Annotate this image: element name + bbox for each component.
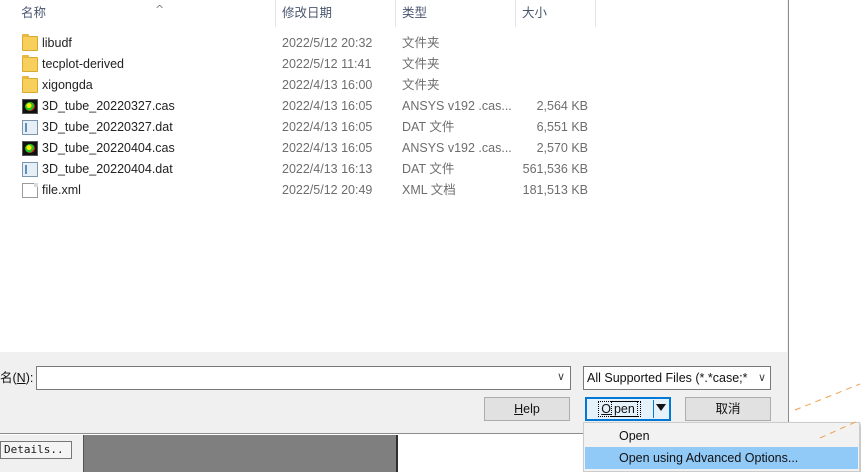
file-name: 3D_tube_20220404.dat	[42, 162, 173, 176]
file-date: 2022/4/13 16:05	[282, 141, 373, 155]
file-name: 3D_tube_20220327.dat	[42, 120, 173, 134]
dropdown-arrow-icon[interactable]	[656, 404, 666, 411]
file-type: ANSYS v192 .cas...	[402, 99, 512, 113]
folder-icon	[22, 76, 38, 93]
file-name: xigongda	[42, 78, 93, 92]
xml-file-icon	[22, 183, 38, 198]
file-date: 2022/4/13 16:05	[282, 120, 373, 134]
folder-icon	[22, 34, 38, 51]
file-type: XML 文档	[402, 183, 456, 197]
file-name: 3D_tube_20220327.cas	[42, 99, 175, 113]
chevron-down-icon[interactable]: ∨	[557, 370, 565, 383]
column-header-size[interactable]: 大小	[516, 0, 596, 27]
background-gray-panel	[83, 435, 397, 472]
file-type: 文件夹	[402, 57, 440, 71]
file-type: 文件夹	[402, 78, 440, 92]
open-label: Open	[586, 398, 653, 420]
file-row-3d-tube-20220327-dat[interactable]: 3D_tube_20220327.dat 2022/4/13 16:05 DAT…	[0, 117, 600, 138]
column-header-date[interactable]: 修改日期	[276, 0, 396, 27]
file-size: 181,513 KB	[522, 183, 588, 197]
filetype-selected: All Supported Files (*.*case;*	[587, 371, 748, 385]
split-divider	[653, 400, 654, 418]
cancel-button[interactable]: 取消	[685, 397, 771, 421]
help-button[interactable]: Help	[484, 397, 570, 421]
file-date: 2022/4/13 16:00	[282, 78, 373, 92]
file-size: 6,551 KB	[536, 120, 588, 134]
background-divider	[396, 435, 398, 472]
column-size-label: 大小	[522, 6, 548, 20]
file-row-3d-tube-20220327-cas[interactable]: 3D_tube_20220327.cas 2022/4/13 16:05 ANS…	[0, 96, 600, 117]
column-date-label: 修改日期	[282, 6, 333, 20]
file-type: ANSYS v192 .cas...	[402, 141, 512, 155]
filename-label: 名(N):	[0, 371, 34, 385]
file-size: 561,536 KB	[522, 162, 588, 176]
file-name: tecplot-derived	[42, 57, 124, 71]
file-date: 2022/5/12 11:41	[282, 57, 372, 71]
dat-file-icon	[22, 120, 38, 135]
file-date: 2022/5/12 20:49	[282, 183, 373, 197]
file-name: file.xml	[42, 183, 81, 197]
column-header-type[interactable]: 类型	[396, 0, 516, 27]
cas-file-icon	[22, 99, 38, 114]
chevron-down-icon: ∨	[755, 367, 766, 389]
column-header-name[interactable]: 名称 ^	[15, 0, 276, 27]
filetype-select[interactable]: All Supported Files (*.*case;* ∨	[583, 366, 771, 390]
dat-file-icon	[22, 162, 38, 177]
file-type: 文件夹	[402, 36, 440, 50]
file-open-dialog: 名称 ^ 修改日期 类型 大小 libudf 2022/5/12 20:32 文…	[0, 0, 789, 434]
column-type-label: 类型	[402, 6, 428, 20]
file-row-3d-tube-20220404-dat[interactable]: 3D_tube_20220404.dat 2022/4/13 16:13 DAT…	[0, 159, 600, 180]
file-row-3d-tube-20220404-cas[interactable]: 3D_tube_20220404.cas 2022/4/13 16:05 ANS…	[0, 138, 600, 159]
sort-ascending-icon: ^	[155, 3, 165, 16]
details-button[interactable]: Details..	[0, 441, 72, 459]
file-list[interactable]: 名称 ^ 修改日期 类型 大小 libudf 2022/5/12 20:32 文…	[0, 0, 787, 352]
folder-icon	[22, 55, 38, 72]
file-name: libudf	[42, 36, 72, 50]
file-size: 2,570 KB	[536, 141, 588, 155]
filename-input[interactable]: ∨	[36, 366, 571, 390]
file-name: 3D_tube_20220404.cas	[42, 141, 175, 155]
file-row-tecplot-derived[interactable]: tecplot-derived 2022/5/12 11:41 文件夹	[0, 54, 600, 75]
column-name-label: 名称	[21, 6, 47, 20]
file-date: 2022/4/13 16:13	[282, 162, 373, 176]
file-row-libudf[interactable]: libudf 2022/5/12 20:32 文件夹	[0, 33, 600, 54]
menu-item-open-advanced[interactable]: Open using Advanced Options...	[585, 447, 858, 469]
dashed-guide-lines	[794, 383, 861, 439]
file-date: 2022/4/13 16:05	[282, 99, 373, 113]
cas-file-icon	[22, 141, 38, 156]
file-type: DAT 文件	[402, 162, 455, 176]
file-size: 2,564 KB	[536, 99, 588, 113]
file-type: DAT 文件	[402, 120, 455, 134]
open-button[interactable]: Open	[585, 397, 671, 421]
file-row-file-xml[interactable]: file.xml 2022/5/12 20:49 XML 文档 181,513 …	[0, 180, 600, 201]
file-date: 2022/5/12 20:32	[282, 36, 373, 50]
file-row-xigongda[interactable]: xigongda 2022/4/13 16:00 文件夹	[0, 75, 600, 96]
